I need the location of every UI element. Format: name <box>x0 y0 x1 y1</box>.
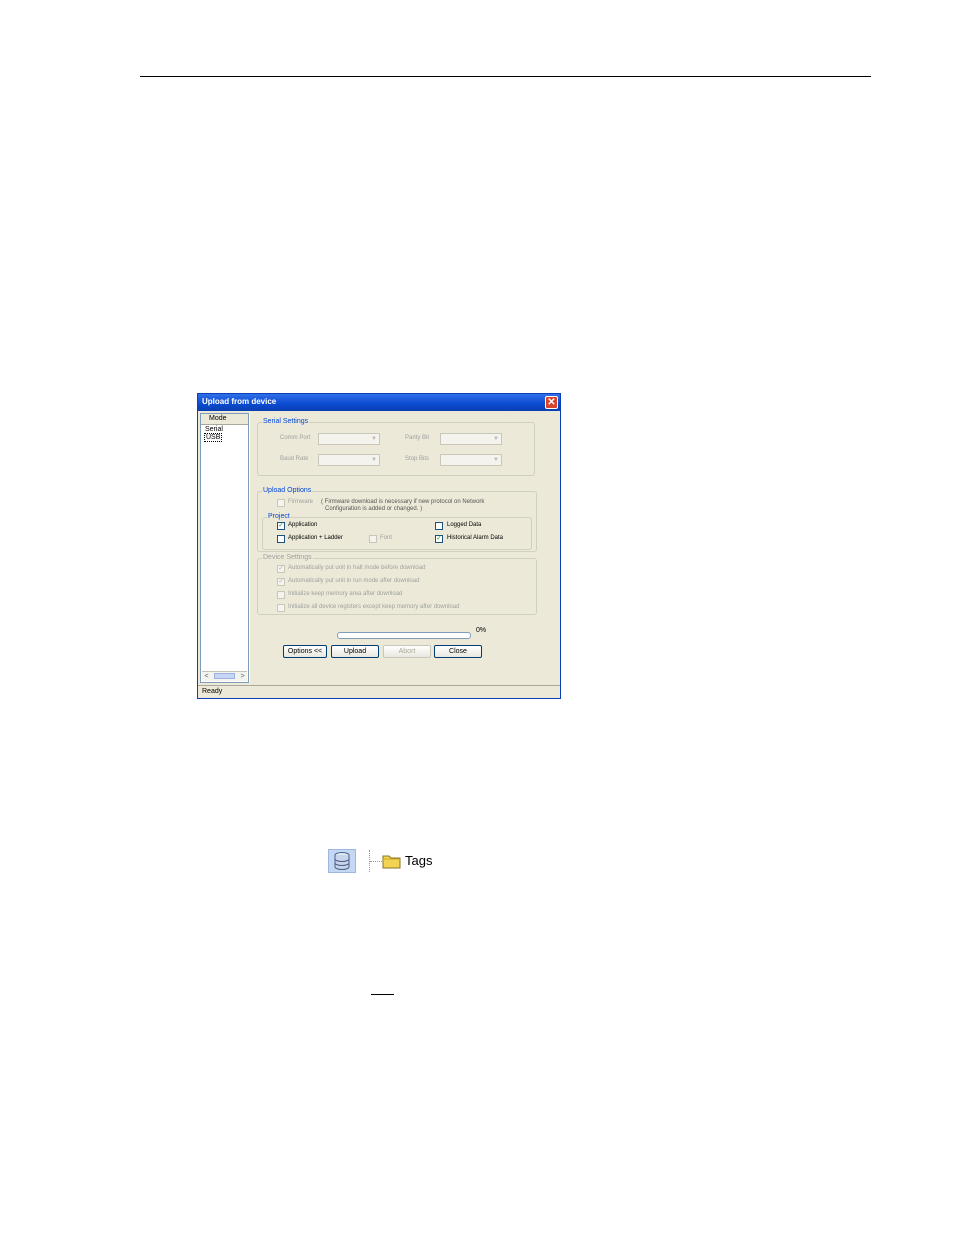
device-settings-group: Device Settings ✓ Automatically put unit… <box>257 554 537 615</box>
chevron-down-icon: ▼ <box>371 436 377 442</box>
baud-rate-select[interactable]: ▼ <box>318 454 380 466</box>
logged-data-label: Logged Data <box>447 522 482 528</box>
abort-button[interactable]: Abort <box>383 645 431 658</box>
progress-percent: 0% <box>476 627 487 634</box>
halt-mode-label: Automatically put unit in halt mode befo… <box>288 565 426 571</box>
firmware-label: Firmware <box>288 499 313 505</box>
chevron-down-icon: ▼ <box>493 457 499 463</box>
project-group: Project ✓ Application Application + Ladd… <box>262 513 532 550</box>
upload-options-group: Upload Options Firmware ( Firmware downl… <box>257 487 537 552</box>
project-title: Project <box>267 513 291 520</box>
splitter[interactable] <box>249 413 250 683</box>
application-label: Application <box>288 522 318 528</box>
upload-button[interactable]: Upload <box>331 645 379 658</box>
font-checkbox[interactable] <box>369 535 377 543</box>
application-checkbox[interactable]: ✓ <box>277 522 285 530</box>
serial-settings-title: Serial Settings <box>262 418 310 425</box>
firmware-note-line1: ( Firmware download is necessary if new … <box>321 499 485 505</box>
run-mode-label: Automatically put unit in run mode after… <box>288 578 420 584</box>
folder-icon <box>382 855 401 869</box>
parity-bit-label: Parity Bit <box>405 435 430 441</box>
comm-port-select[interactable]: ▼ <box>318 433 380 445</box>
serial-settings-group: Serial Settings Comm Port ▼ Parity Bit ▼… <box>257 418 535 476</box>
device-settings-title: Device Settings <box>262 554 313 561</box>
upload-progress-bar <box>337 632 471 639</box>
stop-bits-label: Stop Bits <box>405 456 430 462</box>
run-mode-checkbox[interactable]: ✓ <box>277 578 285 586</box>
baud-rate-label: Baud Rate <box>280 456 309 462</box>
firmware-note-line2: Configuration is added or changed. ) <box>325 506 423 512</box>
options-button[interactable]: Options << <box>283 645 327 658</box>
init-registers-label: Initialize all device registers except k… <box>288 604 460 610</box>
status-bar: Ready <box>198 685 560 698</box>
init-keep-memory-label: Initialize keep memory area after downlo… <box>288 591 403 597</box>
underline-mark <box>371 994 394 995</box>
firmware-checkbox[interactable] <box>277 499 285 507</box>
header-rule <box>140 76 871 77</box>
scroll-left-icon[interactable]: < <box>202 672 211 681</box>
comm-port-label: Comm Port <box>280 435 311 441</box>
mode-item-serial[interactable]: Serial <box>205 426 223 433</box>
close-button[interactable]: Close <box>434 645 482 658</box>
close-icon[interactable]: ✕ <box>545 396 558 409</box>
dialog-titlebar[interactable]: Upload from device ✕ <box>198 394 560 411</box>
scroll-thumb[interactable] <box>214 673 235 679</box>
tags-label[interactable]: Tags <box>405 853 432 868</box>
mode-list[interactable]: Mode Serial USB < > <box>200 413 249 683</box>
database-icon-graphic <box>334 852 350 870</box>
mode-header-label: Mode <box>209 415 227 422</box>
logged-data-checkbox[interactable] <box>435 522 443 530</box>
mode-item-usb[interactable]: USB <box>204 433 223 442</box>
upload-options-title: Upload Options <box>262 487 313 494</box>
font-label: Font <box>380 535 393 541</box>
chevron-down-icon: ▼ <box>371 457 377 463</box>
mode-list-header: Mode <box>201 414 248 425</box>
historical-alarm-label: Historical Alarm Data <box>447 535 504 541</box>
chevron-down-icon: ▼ <box>493 436 499 442</box>
app-ladder-checkbox[interactable] <box>277 535 285 543</box>
stop-bits-select[interactable]: ▼ <box>440 454 502 466</box>
upload-from-device-dialog: Upload from device ✕ Mode Serial USB < >… <box>197 393 561 699</box>
init-keep-memory-checkbox[interactable] <box>277 591 285 599</box>
tree-connector <box>369 850 382 872</box>
parity-bit-select[interactable]: ▼ <box>440 433 502 445</box>
horizontal-scrollbar[interactable]: < > <box>202 671 247 681</box>
database-icon[interactable] <box>328 849 356 873</box>
app-ladder-label: Application + Ladder <box>288 535 343 541</box>
init-registers-checkbox[interactable] <box>277 604 285 612</box>
status-text: Ready <box>202 688 223 695</box>
dialog-title: Upload from device <box>202 397 277 406</box>
halt-mode-checkbox[interactable]: ✓ <box>277 565 285 573</box>
historical-alarm-checkbox[interactable]: ✓ <box>435 535 443 543</box>
scroll-right-icon[interactable]: > <box>238 672 247 681</box>
